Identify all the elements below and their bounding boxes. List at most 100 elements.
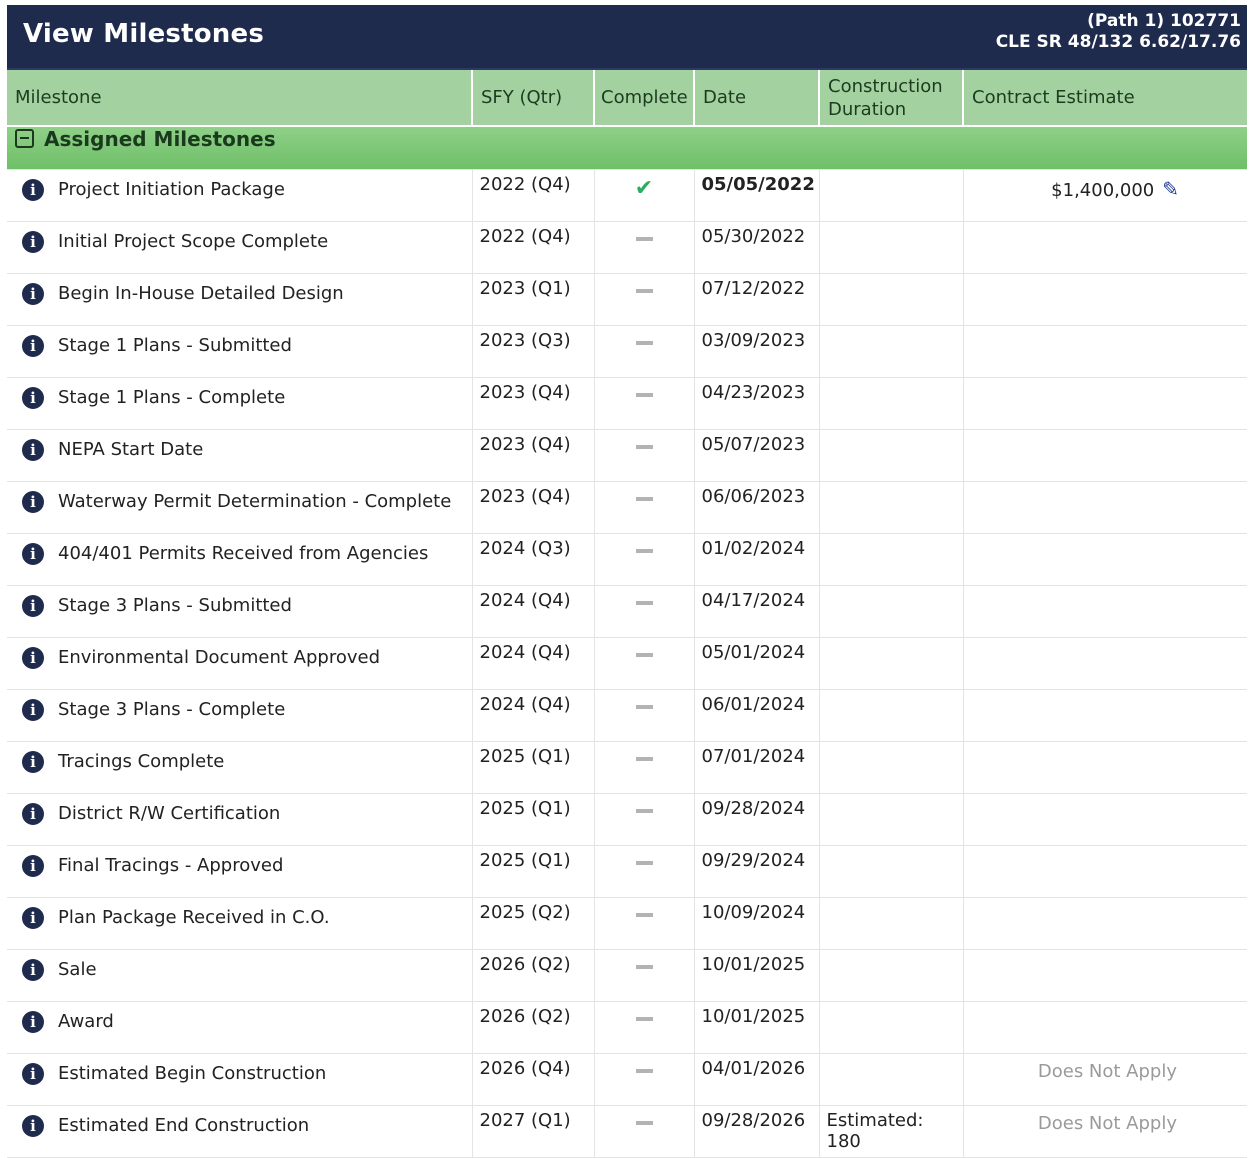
dash-icon — [635, 965, 653, 969]
complete-cell: ✔ — [594, 169, 695, 222]
group-header[interactable]: Assigned Milestones — [7, 125, 1247, 170]
date-cell: 07/01/2024 — [694, 741, 820, 794]
table-row: i Begin In-House Detailed Design 2023 (Q1)… — [7, 273, 1247, 326]
milestone-name: NEPA Start Date — [58, 439, 204, 460]
complete-cell — [594, 793, 695, 846]
info-icon[interactable]: i — [22, 439, 44, 461]
table-row: i Initial Project Scope Complete 2022 (Q4)… — [7, 221, 1247, 274]
complete-cell — [594, 273, 695, 326]
table-row: i NEPA Start Date 2023 (Q4) 05/07/2023 — [7, 429, 1247, 482]
info-icon[interactable]: i — [22, 335, 44, 357]
dash-icon — [635, 289, 653, 293]
table-row: i Final Tracings - Approved 2025 (Q1) 09/29… — [7, 845, 1247, 898]
dash-icon — [635, 549, 653, 553]
table-row: i 404/401 Permits Received from Agencies 2… — [7, 533, 1247, 586]
column-header-date[interactable]: Date — [694, 70, 820, 126]
info-icon[interactable]: i — [22, 1063, 44, 1085]
column-header-contract-estimate[interactable]: Contract Estimate — [963, 70, 1247, 126]
info-icon[interactable]: i — [22, 1011, 44, 1033]
milestones-table: Milestone SFY (Qtr) Complete Date Constr… — [7, 70, 1247, 1158]
contract-estimate-cell — [963, 949, 1247, 1002]
table-row: i Waterway Permit Determination - Complet… — [7, 481, 1247, 534]
milestone-cell: i 404/401 Permits Received from Agencies — [7, 533, 473, 586]
collapse-icon[interactable] — [15, 129, 34, 148]
sfy-cell: 2025 (Q2) — [472, 897, 595, 950]
table-header-row: Milestone SFY (Qtr) Complete Date Constr… — [7, 70, 1247, 126]
contract-estimate-cell: $1,400,000 ✎ — [963, 169, 1247, 222]
construction-duration-cell — [819, 481, 964, 534]
info-icon[interactable]: i — [22, 491, 44, 513]
info-icon[interactable]: i — [22, 855, 44, 877]
date-cell: 10/01/2025 — [694, 1001, 820, 1054]
contract-estimate-cell — [963, 585, 1247, 638]
info-icon[interactable]: i — [22, 231, 44, 253]
complete-cell — [594, 429, 695, 482]
milestone-cell: i Waterway Permit Determination - Complet… — [7, 481, 473, 534]
milestone-cell: i Plan Package Received in C.O. — [7, 897, 473, 950]
contract-estimate-value: Does Not Apply — [1037, 1061, 1177, 1082]
column-header-sfy[interactable]: SFY (Qtr) — [472, 70, 595, 126]
milestone-cell: i Final Tracings - Approved — [7, 845, 473, 898]
column-header-milestone[interactable]: Milestone — [7, 70, 473, 126]
milestone-cell: i District R/W Certification — [7, 793, 473, 846]
milestone-cell: i Sale — [7, 949, 473, 1002]
complete-cell — [594, 845, 695, 898]
column-header-construction-duration[interactable]: Construction Duration — [819, 70, 964, 126]
sfy-cell: 2024 (Q4) — [472, 689, 595, 742]
table-row: i Stage 3 Plans - Submitted 2024 (Q4) 04/17… — [7, 585, 1247, 638]
contract-estimate-cell — [963, 481, 1247, 534]
edit-pencil-icon[interactable]: ✎ — [1162, 177, 1179, 201]
info-icon[interactable]: i — [22, 387, 44, 409]
milestone-cell: i Tracings Complete — [7, 741, 473, 794]
table-row: i Tracings Complete 2025 (Q1) 07/01/2024 — [7, 741, 1247, 794]
dash-icon — [635, 1121, 653, 1125]
info-icon[interactable]: i — [22, 283, 44, 305]
complete-cell — [594, 949, 695, 1002]
milestone-name: Final Tracings - Approved — [58, 855, 284, 876]
sfy-cell: 2023 (Q1) — [472, 273, 595, 326]
info-icon[interactable]: i — [22, 959, 44, 981]
date-cell: 09/28/2026 — [694, 1105, 820, 1158]
construction-duration-cell — [819, 741, 964, 794]
milestone-name: Tracings Complete — [58, 751, 225, 772]
sfy-cell: 2024 (Q4) — [472, 585, 595, 638]
group-row-assigned[interactable]: Assigned Milestones — [7, 125, 1247, 170]
info-icon[interactable]: i — [22, 1115, 44, 1137]
complete-cell — [594, 637, 695, 690]
date-cell: 05/30/2022 — [694, 221, 820, 274]
sfy-cell: 2026 (Q4) — [472, 1053, 595, 1106]
info-icon[interactable]: i — [22, 595, 44, 617]
dash-icon — [635, 497, 653, 501]
construction-duration-cell — [819, 169, 964, 222]
date-cell: 07/12/2022 — [694, 273, 820, 326]
dash-icon — [635, 341, 653, 345]
info-icon[interactable]: i — [22, 543, 44, 565]
table-row: i Plan Package Received in C.O. 2025 (Q2) 1… — [7, 897, 1247, 950]
milestone-name: Estimated End Construction — [58, 1115, 310, 1136]
milestones-panel: View Milestones (Path 1) 102771 CLE SR 4… — [7, 5, 1247, 1158]
dash-icon — [635, 653, 653, 657]
milestone-name: Environmental Document Approved — [58, 647, 380, 668]
info-icon[interactable]: i — [22, 803, 44, 825]
milestone-name: Waterway Permit Determination - Complete — [58, 491, 452, 512]
construction-duration-cell — [819, 273, 964, 326]
complete-cell — [594, 1001, 695, 1054]
complete-cell — [594, 1105, 695, 1158]
milestone-cell: i Stage 1 Plans - Submitted — [7, 325, 473, 378]
info-icon[interactable]: i — [22, 179, 44, 201]
milestone-name: Begin In-House Detailed Design — [58, 283, 344, 304]
milestone-name: District R/W Certification — [58, 803, 281, 824]
info-icon[interactable]: i — [22, 751, 44, 773]
contract-estimate-cell: Does Not Apply — [963, 1105, 1247, 1158]
info-icon[interactable]: i — [22, 647, 44, 669]
construction-duration-cell — [819, 377, 964, 430]
milestone-name: Initial Project Scope Complete — [58, 231, 329, 252]
contract-estimate-cell — [963, 325, 1247, 378]
sfy-cell: 2025 (Q1) — [472, 741, 595, 794]
info-icon[interactable]: i — [22, 907, 44, 929]
group-label: Assigned Milestones — [44, 127, 276, 151]
info-icon[interactable]: i — [22, 699, 44, 721]
path-line-2: CLE SR 48/132 6.62/17.76 — [995, 32, 1241, 52]
column-header-complete[interactable]: Complete — [594, 70, 695, 126]
dash-icon — [635, 1069, 653, 1073]
